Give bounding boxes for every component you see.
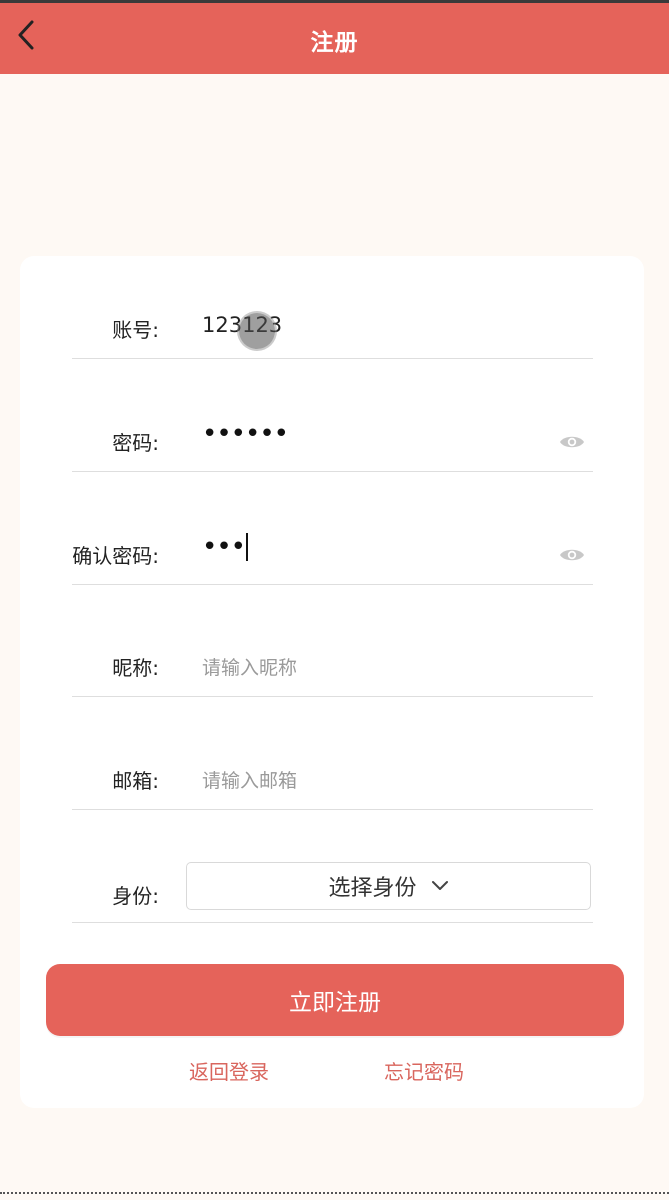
email-input[interactable]: 请输入邮箱 <box>202 766 297 793</box>
password-input[interactable]: •••••• <box>202 419 289 449</box>
confirm-password-label: 确认密码: <box>72 544 159 568</box>
register-screen: 注册 账号: 123123 密码: •••••• 确认密码: ••• 昵称: 请… <box>0 0 669 1200</box>
identity-selected-value: 选择身份 <box>328 876 417 901</box>
password-label: 密码: <box>112 431 159 455</box>
account-input[interactable]: 123123 <box>202 313 282 337</box>
email-label: 邮箱: <box>112 769 159 793</box>
confirm-password-row: 确认密码: ••• <box>72 528 593 585</box>
confirm-password-input[interactable]: ••• <box>202 532 249 562</box>
account-label: 账号: <box>112 318 159 342</box>
identity-label: 身份: <box>112 884 159 908</box>
forgot-password-link[interactable]: 忘记密码 <box>384 1056 464 1085</box>
eye-icon[interactable] <box>559 429 585 455</box>
confirm-password-value: ••• <box>202 532 246 562</box>
identity-row: 身份: 选择身份 <box>72 862 593 923</box>
chevron-down-icon <box>431 880 449 892</box>
password-row: 密码: •••••• <box>72 415 593 472</box>
text-caret <box>246 533 249 561</box>
nickname-label: 昵称: <box>112 656 159 680</box>
nickname-row: 昵称: 请输入昵称 <box>72 640 593 697</box>
page-title: 注册 <box>310 30 359 56</box>
bottom-divider <box>0 1192 669 1194</box>
identity-select[interactable]: 选择身份 <box>186 862 591 910</box>
account-row: 账号: 123123 <box>72 302 593 359</box>
email-row: 邮箱: 请输入邮箱 <box>72 753 593 810</box>
register-now-button[interactable]: 立即注册 <box>46 964 624 1036</box>
back-to-login-link[interactable]: 返回登录 <box>189 1056 269 1085</box>
nickname-input[interactable]: 请输入昵称 <box>202 653 297 680</box>
top-nav-bar: 注册 <box>0 0 669 74</box>
register-form-card: 账号: 123123 密码: •••••• 确认密码: ••• 昵称: 请输入昵… <box>20 256 644 1108</box>
eye-icon[interactable] <box>559 542 585 568</box>
